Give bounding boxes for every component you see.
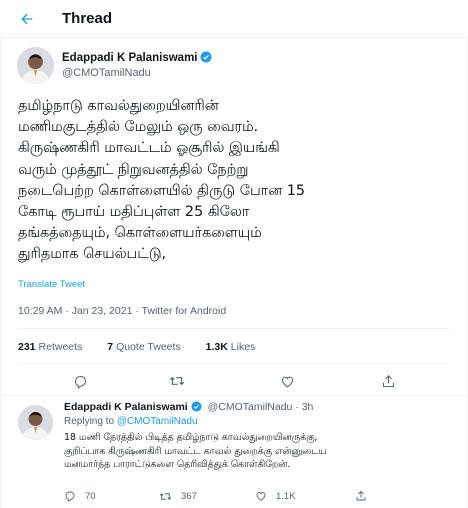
reply-share-button[interactable] xyxy=(355,488,376,504)
likes-stat[interactable]: 1.3K Likes xyxy=(206,341,256,353)
tweet-line: மணிமகுடத்தில் மேலும் ஒரு வைரம். xyxy=(18,119,259,136)
author-name[interactable]: Edappadi K Palaniswami xyxy=(62,51,212,64)
reply-icon xyxy=(74,375,86,389)
retweets-stat[interactable]: 231 Retweets xyxy=(18,341,82,353)
reply-line: 18 மணி நேரத்தில் பிடித்த தமிழ்நாடு காவல்… xyxy=(64,432,318,443)
verified-badge-icon xyxy=(200,51,212,63)
tweet-line: நடைபெற்ற கொள்ளையில் திருடு போன 15 xyxy=(18,182,306,199)
avatar[interactable] xyxy=(18,405,53,440)
reply-text: 18 மணி நேரத்தில் பிடித்த தமிழ்நாடு காவல்… xyxy=(64,431,454,472)
divider xyxy=(18,328,450,329)
replying-to: Replying to @CMOTamilNadu xyxy=(64,416,198,427)
tweet-separator xyxy=(0,395,468,396)
author-handle[interactable]: @CMOTamilNadu xyxy=(62,67,151,79)
divider xyxy=(18,363,450,364)
reply-line: குறிப்பாக கிருஷ்ணகிரி மாவட்ட காவல் துறைக… xyxy=(64,445,327,457)
share-button[interactable] xyxy=(378,371,398,391)
avatar[interactable] xyxy=(17,47,54,84)
page-title: Thread xyxy=(62,10,113,27)
reply-handle-time[interactable]: @CMOTamilNadu · 3h xyxy=(208,401,314,413)
tweet-timestamp[interactable]: 10:29 AM · Jan 23, 2021 · Twitter for An… xyxy=(18,305,226,317)
quote-tweets-stat[interactable]: 7 Quote Tweets xyxy=(107,341,180,353)
profile-photo-icon xyxy=(17,47,54,84)
author-name-text: Edappadi K Palaniswami xyxy=(62,52,198,64)
reply-retweet-button[interactable]: 367 xyxy=(159,488,197,504)
retweet-button[interactable] xyxy=(167,371,187,391)
profile-photo-icon xyxy=(18,405,53,440)
like-icon xyxy=(281,376,293,387)
translate-tweet-link[interactable]: Translate Tweet xyxy=(18,279,85,290)
reply-button[interactable] xyxy=(70,371,90,391)
like-count: 1.1K xyxy=(276,490,296,502)
tweet-stats: 231 Retweets 7 Quote Tweets 1.3K Likes xyxy=(18,341,277,353)
like-button[interactable] xyxy=(277,371,297,391)
reply-like-button[interactable]: 1.1K xyxy=(255,488,296,504)
retweet-icon xyxy=(159,492,172,500)
replying-prefix: Replying to xyxy=(64,416,115,427)
retweet-count: 367 xyxy=(181,490,197,502)
reply-author-name-text: Edappadi K Palaniswami xyxy=(64,401,188,413)
reply-reply-button[interactable]: 70 xyxy=(64,488,96,504)
reply-author-name[interactable]: Edappadi K Palaniswami @CMOTamilNadu · 3… xyxy=(64,401,313,413)
back-button[interactable] xyxy=(14,6,40,32)
tweet-line: கிருஷ்ணகிரி மாவட்டம் ஓசூரில் இயங்கி xyxy=(18,140,280,157)
reply-icon xyxy=(65,491,75,502)
tweet-line: கோடி ரூபாய் மதிப்புள்ள 25 கிலோ xyxy=(18,204,250,221)
replying-handle-link[interactable]: @CMOTamilNadu xyxy=(117,416,198,427)
reply-count: 70 xyxy=(85,490,96,502)
verified-badge-icon xyxy=(191,401,202,412)
tweet-actions xyxy=(0,367,468,395)
arrow-left-icon xyxy=(21,13,33,25)
retweet-icon xyxy=(169,376,185,386)
tweet-line: துரிதமாக செயல்பட்டு, xyxy=(18,246,167,263)
share-icon xyxy=(382,374,394,387)
reply-line: மனமார்ந்த பாராட்டுகளை தெரிவித்துக் கொள்க… xyxy=(64,459,291,471)
like-icon xyxy=(256,492,266,501)
tweet-line: தங்கத்தையும், கொள்ளையர்களையும் xyxy=(18,225,262,242)
tweet-line: தமிழ்நாடு காவல்துறையினரின் xyxy=(18,98,219,114)
top-bar: Thread xyxy=(0,0,468,38)
tweet-text: தமிழ்நாடு காவல்துறையினரின் மணிமகுடத்தில்… xyxy=(18,96,450,266)
share-icon xyxy=(356,490,366,501)
tweet-line: வரும் முத்தூட் நிறுவனத்தில் நேற்று xyxy=(18,161,249,178)
